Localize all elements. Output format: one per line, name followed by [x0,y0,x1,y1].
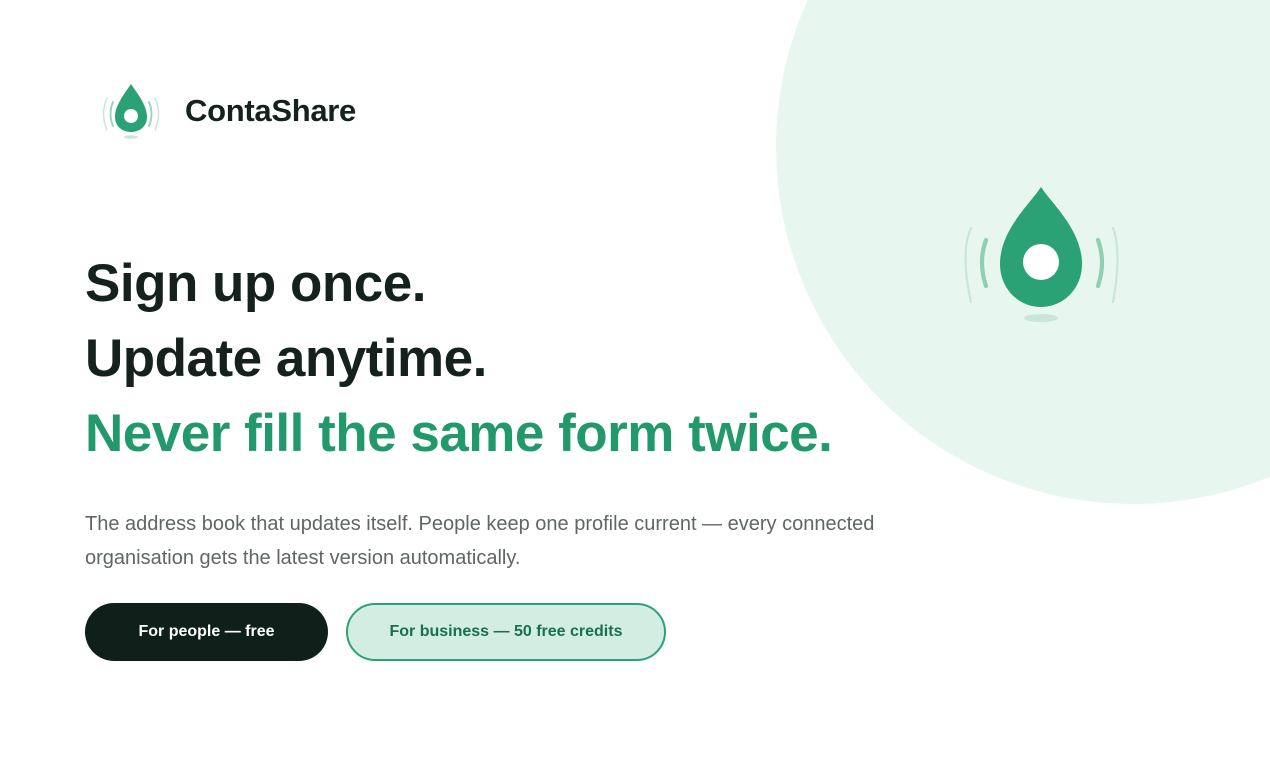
headline-line-2: Update anytime. [85,329,487,388]
for-people-button[interactable]: For people — free [85,603,328,661]
landing-page: ContaShare Sign up once. Update anytime.… [0,0,1270,760]
logo-droplet-icon [102,84,160,139]
hero-headline: Sign up once. Update anytime. Never fill… [85,246,833,471]
droplet-signal-icon [964,187,1119,322]
cta-buttons: For people — free For business — 50 free… [85,603,666,661]
headline-line-3: Never fill the same form twice. [85,404,833,463]
headline-line-1: Sign up once. [85,254,426,313]
for-business-button[interactable]: For business — 50 free credits [346,603,666,661]
brand-logo[interactable]: ContaShare [98,82,356,140]
hero-subtext: The address book that updates itself. Pe… [85,513,875,569]
brand-name: ContaShare [185,93,356,128]
